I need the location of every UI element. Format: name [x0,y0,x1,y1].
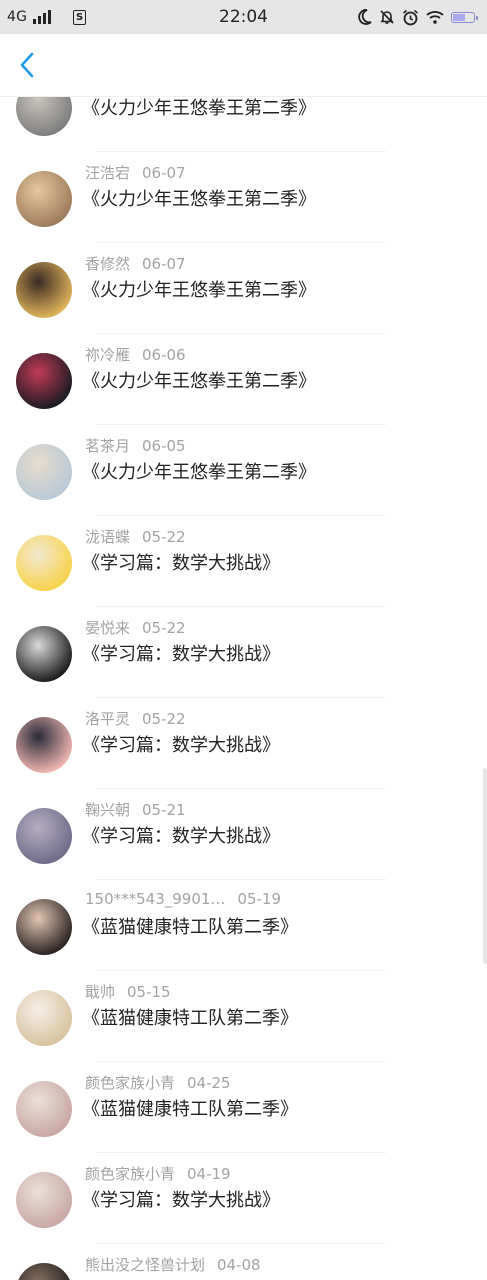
item-date: 05-22 [142,528,186,546]
user-name: 戢帅 [85,983,116,1001]
item-meta: 晏悦来 05-22 [85,617,186,638]
list-item[interactable]: 祢冷雁 06-06 《火力少年王悠拳王第二季》 [0,334,487,425]
item-meta: 颜色家族小青 04-25 [85,1072,231,1093]
item-date: 05-21 [142,801,186,819]
item-title[interactable]: 《火力少年王悠拳王第二季》 [82,367,316,393]
item-date: 05-19 [237,890,282,908]
status-bar: 4G S 22:04 [0,0,487,34]
item-title[interactable]: 《火力少年王悠拳王第二季》 [82,94,316,120]
avatar[interactable] [16,808,72,864]
item-title[interactable]: 《学习篇：数学大挑战》 [82,731,280,757]
list-item[interactable]: 颜色家族小青 04-19 《学习篇：数学大挑战》 [0,1153,487,1244]
item-meta: 泷语蝶 05-22 [85,526,186,547]
user-name: 茗茶月 [85,437,131,455]
avatar[interactable] [16,171,72,227]
list-item[interactable]: 洛平灵 05-22 《学习篇：数学大挑战》 [0,698,487,789]
list-item[interactable]: 晏悦来 05-22 《学习篇：数学大挑战》 [0,607,487,698]
item-title[interactable]: 《火力少年王悠拳王第二季》 [82,185,316,211]
mute-bell-icon [380,10,394,24]
avatar[interactable] [16,262,72,318]
item-date: 05-15 [127,983,171,1001]
chevron-left-icon [20,52,34,78]
item-title[interactable]: 《火力少年王悠拳王第二季》 [82,276,316,302]
item-meta: 祢冷雁 06-06 [85,344,186,365]
user-name: 香修然 [85,255,131,273]
avatar[interactable] [16,1263,72,1280]
item-date: 04-25 [187,1074,231,1092]
list-item[interactable]: 香修然 06-07 《火力少年王悠拳王第二季》 [0,243,487,334]
moon-icon [358,9,372,25]
user-name: 颜色家族小青 [85,1165,176,1183]
scrollbar[interactable] [483,768,487,964]
user-name: 鞠兴朝 [85,801,131,819]
item-title[interactable]: 《蓝猫健康特工队第二季》 [82,1095,298,1121]
avatar[interactable] [16,353,72,409]
item-date: 06-07 [142,164,186,182]
list-item[interactable]: 泷语蝶 05-22 《学习篇：数学大挑战》 [0,516,487,607]
item-meta: 汪浩宕 06-07 [85,162,186,183]
wifi-icon [426,11,444,24]
item-meta: 香修然 06-07 [85,253,186,274]
item-meta: 洛平灵 05-22 [85,708,186,729]
item-title[interactable]: 《学习篇：数学大挑战》 [82,822,280,848]
item-date: 06-07 [142,255,186,273]
history-list: 《火力少年王悠拳王第二季》 汪浩宕 06-07 《火力少年王悠拳王第二季》 香修然 06-… [0,61,487,1280]
item-meta: 茗茶月 06-05 [85,435,186,456]
item-meta: 戢帅 05-15 [85,981,171,1002]
list-item[interactable]: 鞠兴朝 05-21 《学习篇：数学大挑战》 [0,789,487,880]
item-meta: 熊出没之怪兽计划 04-08 [85,1254,261,1275]
avatar[interactable] [16,990,72,1046]
screen: 4G S 22:04 《火力少年王悠拳王第二季》 汪浩宕 06-07 《火力少年… [0,0,487,1280]
avatar[interactable] [16,1172,72,1228]
item-title[interactable]: 《蓝猫健康特工队第二季》 [82,913,298,939]
avatar[interactable] [16,899,72,955]
item-date: 05-22 [142,710,186,728]
user-name: 泷语蝶 [85,528,131,546]
list-item[interactable]: 颜色家族小青 04-25 《蓝猫健康特工队第二季》 [0,1062,487,1153]
user-name: 熊出没之怪兽计划 [85,1256,206,1274]
header [0,34,487,97]
item-title[interactable]: 《学习篇：数学大挑战》 [82,1186,280,1212]
item-title[interactable]: 《蓝猫健康特工队第二季》 [82,1004,298,1030]
list-item[interactable]: 150***543_9901… 05-19 《蓝猫健康特工队第二季》 [0,880,487,971]
back-button[interactable] [12,50,42,80]
user-name: 颜色家族小青 [85,1074,176,1092]
item-date: 05-22 [142,619,186,637]
user-name: 150***543_9901… [85,890,226,908]
alarm-icon [402,9,419,25]
item-title[interactable]: 《学习篇：数学大挑战》 [82,640,280,666]
item-date: 04-19 [187,1165,231,1183]
item-date: 06-05 [142,437,186,455]
avatar[interactable] [16,535,72,591]
user-name: 汪浩宕 [85,164,131,182]
avatar[interactable] [16,626,72,682]
item-meta: 颜色家族小青 04-19 [85,1163,231,1184]
user-name: 洛平灵 [85,710,131,728]
item-meta: 鞠兴朝 05-21 [85,799,186,820]
list-item[interactable]: 汪浩宕 06-07 《火力少年王悠拳王第二季》 [0,152,487,243]
item-date: 06-06 [142,346,186,364]
avatar[interactable] [16,1081,72,1137]
avatar[interactable] [16,444,72,500]
item-date: 04-08 [217,1256,261,1274]
list-item[interactable]: 茗茶月 06-05 《火力少年王悠拳王第二季》 [0,425,487,516]
item-title[interactable]: 《火力少年王悠拳王第二季》 [82,458,316,484]
list-item[interactable]: 熊出没之怪兽计划 04-08 [0,1244,487,1280]
status-right [358,0,478,34]
user-name: 晏悦来 [85,619,131,637]
item-meta: 150***543_9901… 05-19 [85,890,281,908]
battery-icon [451,11,478,23]
avatar[interactable] [16,717,72,773]
list-item[interactable]: 戢帅 05-15 《蓝猫健康特工队第二季》 [0,971,487,1062]
item-title[interactable]: 《学习篇：数学大挑战》 [82,549,280,575]
user-name: 祢冷雁 [85,346,131,364]
